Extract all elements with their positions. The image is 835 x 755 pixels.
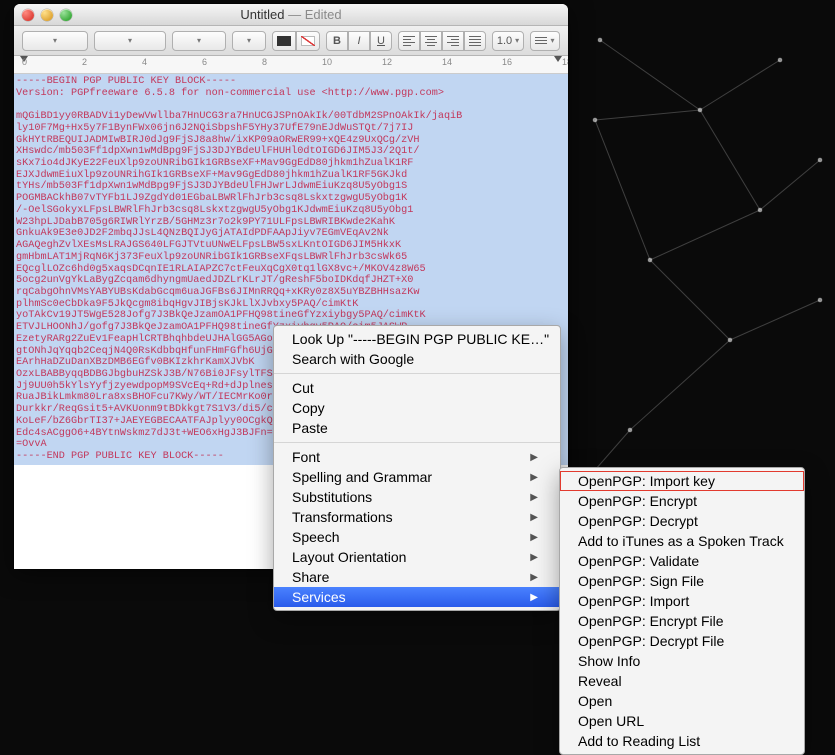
services-reveal[interactable]: Reveal [560, 671, 804, 691]
window-title-sep: — [284, 7, 304, 22]
underline-button[interactable]: U [370, 31, 392, 51]
line-spacing-dropdown[interactable]: 1.0▾ [492, 31, 524, 51]
toolbar: ▾ ▾ ▾ ▾ B I U 1.0▾ ▾ [14, 26, 568, 56]
menu-spelling[interactable]: Spelling and Grammar▶ [274, 467, 560, 487]
ruler-tick: 18 [562, 57, 568, 67]
services-reading-list[interactable]: Add to Reading List [560, 731, 804, 751]
services-sign-file[interactable]: OpenPGP: Sign File [560, 571, 804, 591]
ruler-tick: 10 [322, 57, 332, 67]
services-import[interactable]: OpenPGP: Import [560, 591, 804, 611]
services-show-info[interactable]: Show Info [560, 651, 804, 671]
menu-substitutions[interactable]: Substitutions▶ [274, 487, 560, 507]
text-color-button[interactable] [272, 31, 296, 51]
ruler[interactable]: 0 2 4 6 8 10 12 14 16 18 [14, 56, 568, 74]
services-encrypt[interactable]: OpenPGP: Encrypt [560, 491, 804, 511]
bg-color-button[interactable] [296, 31, 320, 51]
chevron-right-icon: ▶ [530, 572, 538, 583]
ruler-tick: 4 [142, 57, 147, 67]
line-spacing-value: 1.0 [497, 35, 512, 47]
tab-stop-right-icon[interactable] [554, 56, 562, 62]
menu-copy[interactable]: Copy [274, 398, 560, 418]
ruler-tick: 0 [22, 57, 27, 67]
menu-search-google[interactable]: Search with Google [274, 349, 560, 369]
menu-font[interactable]: Font▶ [274, 447, 560, 467]
services-itunes-track[interactable]: Add to iTunes as a Spoken Track [560, 531, 804, 551]
services-encrypt-file[interactable]: OpenPGP: Encrypt File [560, 611, 804, 631]
services-import-key[interactable]: OpenPGP: Import key [560, 471, 804, 491]
context-menu: Look Up "-----BEGIN PGP PUBLIC KE…" Sear… [273, 325, 561, 611]
chevron-right-icon: ▶ [530, 472, 538, 483]
chevron-right-icon: ▶ [530, 452, 538, 463]
window-title: Untitled — Edited [14, 7, 568, 22]
align-center-button[interactable] [420, 31, 442, 51]
menu-paste[interactable]: Paste [274, 418, 560, 438]
style-group: B I U [326, 31, 392, 51]
services-open-url[interactable]: Open URL [560, 711, 804, 731]
ruler-tick: 14 [442, 57, 452, 67]
menu-services[interactable]: Services▶ [274, 587, 560, 607]
services-decrypt[interactable]: OpenPGP: Decrypt [560, 511, 804, 531]
services-open[interactable]: Open [560, 691, 804, 711]
color-group [272, 31, 320, 51]
font-size-dropdown[interactable]: ▾ [232, 31, 266, 51]
window-title-status: Edited [305, 7, 342, 22]
services-decrypt-file[interactable]: OpenPGP: Decrypt File [560, 631, 804, 651]
font-family-dropdown[interactable]: ▾ [94, 31, 166, 51]
menu-layout-orientation[interactable]: Layout Orientation▶ [274, 547, 560, 567]
ruler-tick: 16 [502, 57, 512, 67]
ruler-tick: 6 [202, 57, 207, 67]
titlebar[interactable]: Untitled — Edited [14, 4, 568, 26]
services-submenu: OpenPGP: Import key OpenPGP: Encrypt Ope… [559, 467, 805, 755]
chevron-right-icon: ▶ [530, 492, 538, 503]
align-left-button[interactable] [398, 31, 420, 51]
align-group [398, 31, 486, 51]
ruler-tick: 2 [82, 57, 87, 67]
window-title-main: Untitled [240, 7, 284, 22]
italic-button[interactable]: I [348, 31, 370, 51]
services-validate[interactable]: OpenPGP: Validate [560, 551, 804, 571]
font-weight-dropdown[interactable]: ▾ [172, 31, 226, 51]
paragraph-style-dropdown[interactable]: ▾ [22, 31, 88, 51]
chevron-right-icon: ▶ [530, 532, 538, 543]
align-right-button[interactable] [442, 31, 464, 51]
chevron-right-icon: ▶ [530, 512, 538, 523]
chevron-right-icon: ▶ [530, 552, 538, 563]
menu-lookup[interactable]: Look Up "-----BEGIN PGP PUBLIC KE…" [274, 329, 560, 349]
menu-cut[interactable]: Cut [274, 378, 560, 398]
bold-button[interactable]: B [326, 31, 348, 51]
list-style-dropdown[interactable]: ▾ [530, 31, 560, 51]
chevron-right-icon: ▶ [530, 592, 538, 603]
ruler-tick: 12 [382, 57, 392, 67]
menu-share[interactable]: Share▶ [274, 567, 560, 587]
ruler-tick: 8 [262, 57, 267, 67]
menu-transformations[interactable]: Transformations▶ [274, 507, 560, 527]
menu-speech[interactable]: Speech▶ [274, 527, 560, 547]
align-justify-button[interactable] [464, 31, 486, 51]
